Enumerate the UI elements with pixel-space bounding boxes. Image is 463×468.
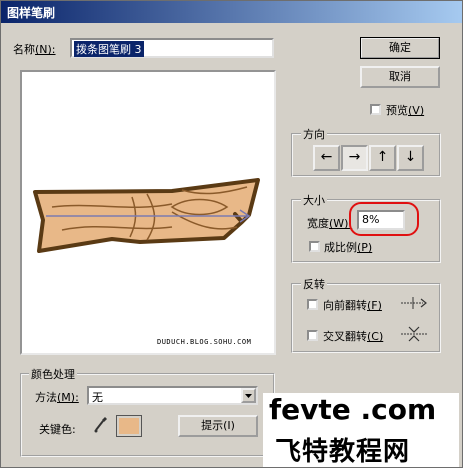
watermark-area: fevte .com 飞特教程网 [263, 393, 459, 467]
width-label-text: 宽度 [307, 217, 329, 230]
colorization-group-title: 颜色处理 [29, 366, 77, 382]
flip-along-label-text: 向前翻转 [323, 299, 367, 312]
title-bar[interactable]: 图样笔刷 [1, 1, 462, 23]
chevron-down-icon [245, 394, 252, 398]
direction-group-title: 方向 [301, 126, 327, 142]
name-label-text: 名称 [13, 43, 35, 56]
wood-plank-illustration [33, 178, 260, 253]
size-group-title: 大小 [301, 192, 327, 208]
direction-right-button[interactable]: → [341, 145, 368, 171]
name-label: 名称(N): [13, 41, 56, 57]
flip-along-label-hotkey: (F) [367, 299, 382, 312]
flip-group-title: 反转 [301, 276, 327, 292]
flip-across-label-hotkey: (C) [367, 330, 384, 343]
watermark-line1: fevte .com [269, 393, 437, 426]
name-label-hotkey: (N): [35, 43, 56, 56]
flip-across-label-text: 交叉翻转 [323, 330, 367, 343]
preview-label-text: 预览 [386, 104, 408, 117]
flip-along-icon [401, 297, 427, 309]
key-color-swatch[interactable] [116, 415, 142, 437]
preview-checkbox-label: 预览(V) [386, 102, 424, 118]
flip-across-label: 交叉翻转(C) [323, 328, 383, 344]
width-highlight-circle [349, 202, 419, 236]
cancel-button[interactable]: 取消 [360, 66, 440, 88]
key-color-fill [119, 418, 139, 434]
proportional-label: 成比例(P) [324, 239, 372, 255]
preview-checkbox[interactable] [370, 104, 381, 115]
name-field-value: 拨条图笔刷 3 [74, 41, 144, 57]
proportional-checkbox[interactable] [309, 241, 320, 252]
direction-buttons: ← → ↑ ↓ [313, 145, 425, 171]
direction-left-button[interactable]: ← [313, 145, 340, 171]
direction-up-button[interactable]: ↑ [369, 145, 396, 171]
watermark-line2: 飞特教程网 [275, 437, 411, 467]
preview-label-hotkey: (V) [408, 104, 425, 117]
method-label-text: 方法 [35, 391, 57, 404]
flip-along-label: 向前翻转(F) [323, 297, 382, 313]
method-select[interactable]: 无 [87, 386, 258, 405]
name-field[interactable]: 拨条图笔刷 3 [70, 38, 274, 58]
method-dropdown-button[interactable] [241, 388, 256, 403]
hint-button[interactable]: 提示(I) [178, 415, 258, 437]
method-select-value: 无 [92, 391, 103, 404]
direction-down-button[interactable]: ↓ [397, 145, 424, 171]
key-color-label: 关键色: [39, 423, 76, 436]
flip-across-icon [401, 326, 427, 342]
method-label: 方法(M): [35, 389, 79, 405]
pattern-brush-dialog: 图样笔刷 名称(N): 拨条图笔刷 3 确定 取消 预览(V) DUDUCH.B… [0, 0, 463, 468]
flip-across-checkbox[interactable] [307, 330, 318, 341]
proportional-label-text: 成比例 [324, 241, 357, 254]
proportional-label-hotkey: (P) [357, 241, 373, 254]
eyedropper-icon[interactable] [93, 415, 109, 435]
width-label: 宽度(W): [307, 215, 352, 231]
flip-along-checkbox[interactable] [307, 299, 318, 310]
window-title: 图样笔刷 [7, 6, 56, 20]
brush-preview-pane: DUDUCH.BLOG.SOHU.COM [20, 70, 276, 355]
ok-button[interactable]: 确定 [360, 37, 440, 59]
preview-caption: DUDUCH.BLOG.SOHU.COM [157, 338, 252, 346]
method-label-hotkey: (M): [57, 391, 79, 404]
